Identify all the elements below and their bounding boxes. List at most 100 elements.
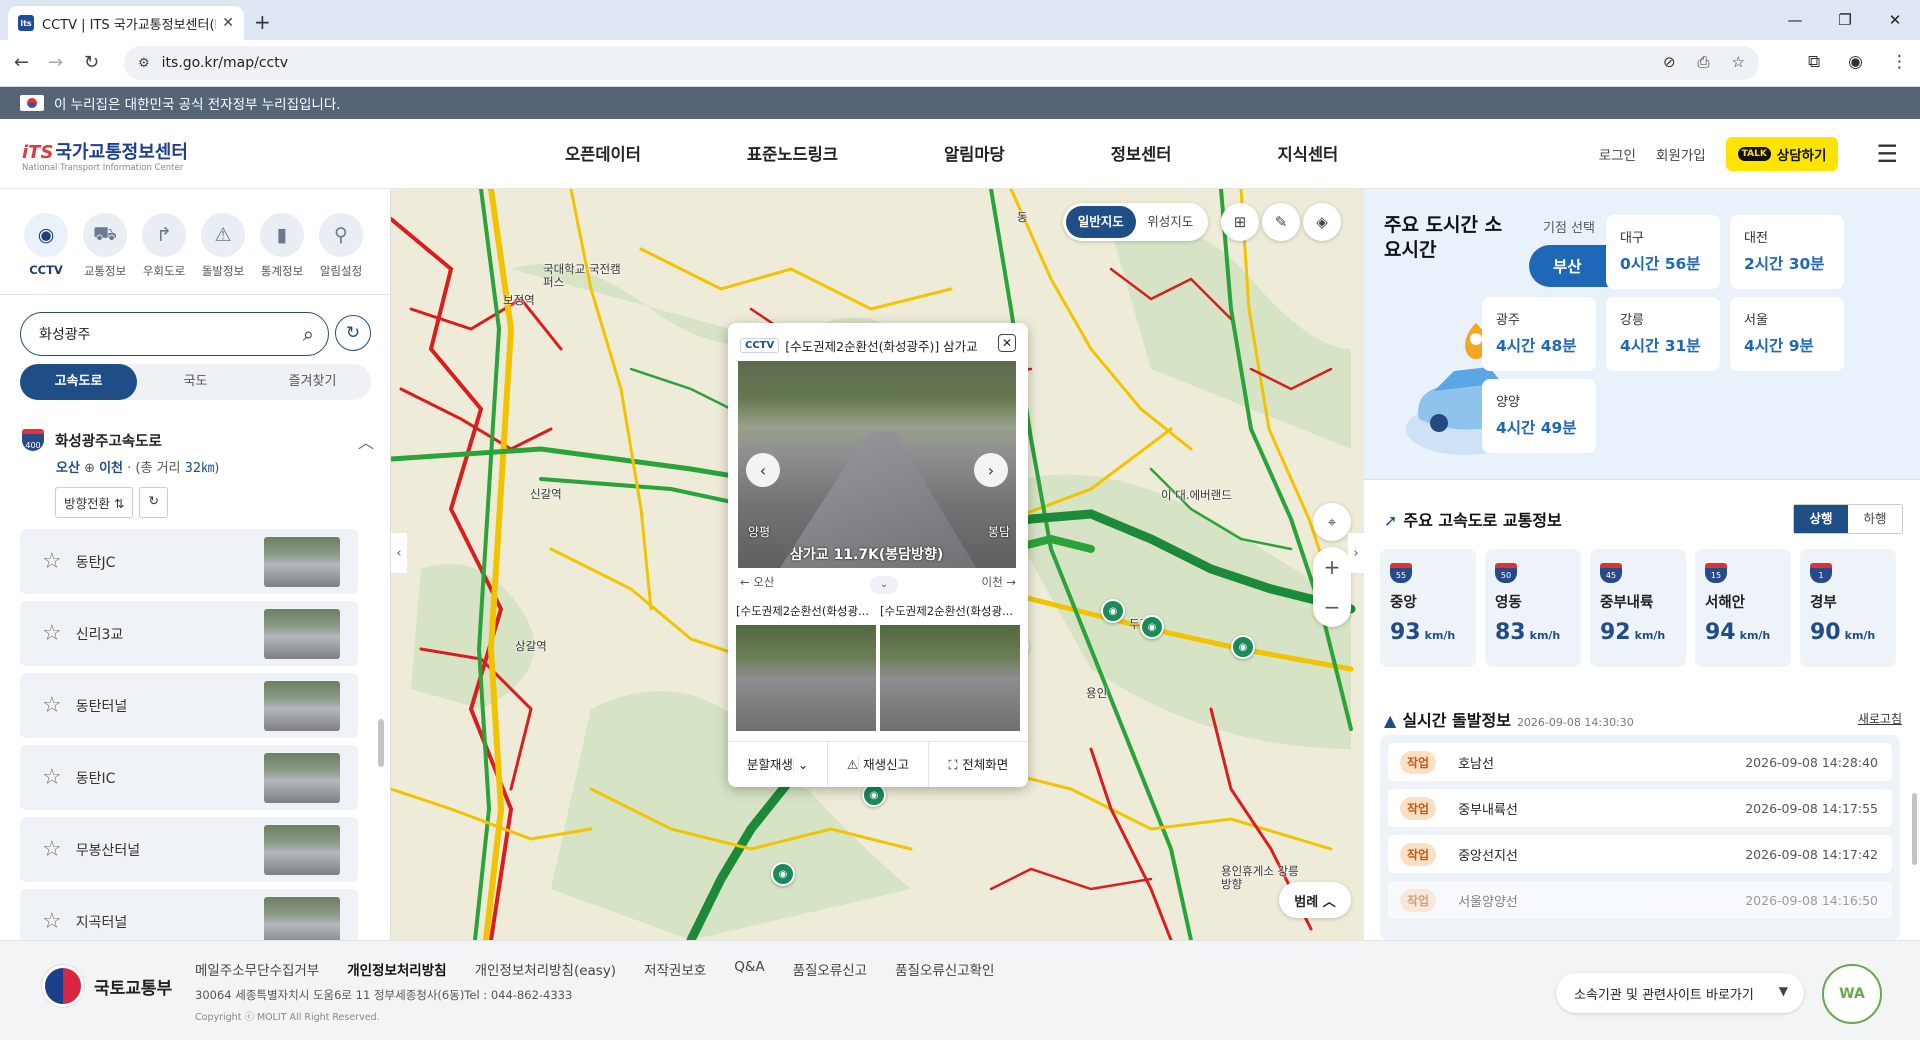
camera-thumbnail[interactable] [264,753,340,803]
site-logo[interactable]: iTS 국가교통정보센터 National Transport Informati… [22,138,188,173]
list-item[interactable]: ☆ 동탄터널 [20,673,358,738]
extensions-icon[interactable]: ⧉ [1808,52,1820,72]
new-tab-icon[interactable]: + [254,10,271,34]
tab-expressway[interactable]: 고속도로 [20,364,137,400]
layers-icon[interactable]: ◈ [1303,203,1341,241]
list-item[interactable]: 작업 서울양양선 2026-09-08 14:16:50 [1388,881,1892,919]
eye-off-icon[interactable]: ⊘ [1663,53,1676,71]
list-item[interactable]: 작업 호남선 2026-09-08 14:28:40 [1388,743,1892,781]
cctv-video[interactable]: 양평 봉담 삼가교 11.7K(봉담방향) ‹ › [738,361,1016,568]
zoom-out-icon[interactable]: − [1324,595,1341,619]
more-menu-icon[interactable]: ⋮ [1891,52,1908,72]
tab-favorites[interactable]: 즐겨찾기 [254,364,371,400]
footer-link[interactable]: 품질오류신고 [793,959,868,979]
cctv-marker-icon[interactable]: ◉ [1231,635,1255,659]
refresh-button[interactable]: ↻ [335,315,371,351]
highway-card[interactable]: 50 영동 83 km/h [1485,549,1581,667]
collapse-chevron-icon[interactable]: ︿ [358,429,374,453]
favorite-star-icon[interactable]: ☆ [42,909,62,934]
cctv-marker-icon[interactable]: ◉ [1101,599,1125,623]
camera-thumbnail[interactable] [264,681,340,731]
restore-icon[interactable]: ❐ [1820,0,1870,40]
dir-up-button[interactable]: 상행 [1794,505,1848,533]
camera-thumbnail[interactable] [264,825,340,875]
highway-card[interactable]: 1 경부 90 km/h [1800,549,1896,667]
nav-node-link[interactable]: 표준노드링크 [747,141,838,165]
tab-national-road[interactable]: 국도 [137,364,254,400]
direction-switch-button[interactable]: 방향전환 ⇅ [55,487,134,518]
category-cctv[interactable]: ◉ CCTV [16,213,76,277]
sidebar-scrollbar[interactable] [378,719,384,767]
nav-knowledge-center[interactable]: 지식센터 [1277,141,1338,165]
install-app-icon[interactable]: ⎙ [1698,53,1710,71]
reload-icon[interactable]: ↻ [84,52,99,73]
direction-refresh-button[interactable]: ↻ [139,487,168,518]
login-link[interactable]: 로그인 [1599,144,1636,164]
sub-camera-video[interactable] [880,625,1020,731]
list-item[interactable]: 작업 중앙선지선 2026-09-08 14:17:42 [1388,835,1892,873]
close-window-icon[interactable]: ✕ [1870,0,1920,40]
draw-tool-icon[interactable]: ✎ [1262,203,1300,241]
list-item[interactable]: 작업 중부내륙선 2026-09-08 14:17:55 [1388,789,1892,827]
map-type-satellite[interactable]: 위성지도 [1136,206,1206,238]
highway-card[interactable]: 45 중부내륙 92 km/h [1590,549,1686,667]
list-item[interactable]: ☆ 동탄IC [20,745,358,810]
next-camera-icon[interactable]: › [974,453,1008,487]
my-location-icon[interactable]: ⌖ [1313,503,1351,541]
bookmark-star-icon[interactable]: ☆ [1732,53,1745,71]
camera-thumbnail[interactable] [264,609,340,659]
back-icon[interactable]: ← [14,52,29,73]
profile-icon[interactable]: ◉ [1848,52,1863,72]
search-icon[interactable]: ⌕ [303,322,314,346]
camera-thumbnail[interactable] [264,537,340,587]
category-detour[interactable]: ↱ 우회도로 [134,213,194,279]
nav-open-data[interactable]: 오픈데이터 [565,141,641,165]
split-play-button[interactable]: 분할재생 ⌄ [728,742,829,787]
minimize-icon[interactable]: — [1770,0,1820,40]
highway-card[interactable]: 15 서해안 94 km/h [1695,549,1791,667]
favorite-star-icon[interactable]: ☆ [42,765,62,790]
list-item[interactable]: ☆ 무봉산터널 [20,817,358,882]
favorite-star-icon[interactable]: ☆ [42,549,62,574]
highway-card[interactable]: 55 중앙 93 km/h [1380,549,1476,667]
nav-notice[interactable]: 알림마당 [944,141,1005,165]
site-info-icon[interactable]: ⚙ [138,56,150,71]
tab-close-icon[interactable]: ✕ [222,15,234,31]
collapse-right-panel-icon[interactable]: › [1348,533,1364,573]
close-icon[interactable]: ✕ [998,334,1016,352]
list-item[interactable]: ☆ 신리3교 [20,601,358,666]
list-item[interactable]: ☆ 지곡터널 [20,889,358,940]
category-alert[interactable]: ⚲ 알림설정 [311,213,371,279]
favorite-star-icon[interactable]: ☆ [42,621,62,646]
browser-tab[interactable]: its CCTV | ITS 국가교통정보센터(N ✕ [8,6,244,40]
footer-link[interactable]: 품질오류신고확인 [895,959,994,979]
footer-link[interactable]: 메일주소무단수집거부 [195,959,319,979]
cctv-filter-icon[interactable]: ⊞ [1221,203,1259,241]
footer-link[interactable]: 저작권보호 [644,959,706,979]
prev-camera-icon[interactable]: ‹ [746,453,780,487]
related-sites-select[interactable]: 소속기관 및 관련사이트 바로가기 ▼ [1556,973,1804,1013]
molit-logo[interactable]: 국토교통부 [42,965,172,1007]
collapse-left-panel-icon[interactable]: ‹ [391,533,407,573]
incident-refresh-link[interactable]: 새로고침 [1858,710,1902,727]
expand-chevron-icon[interactable]: ⌄ [870,576,898,594]
cctv-marker-icon[interactable]: ◉ [771,862,795,886]
category-traffic[interactable]: ⛟ 교통정보 [75,213,135,279]
signup-link[interactable]: 회원가입 [1656,144,1706,164]
category-stats[interactable]: ▮ 통계정보 [252,213,312,279]
cctv-marker-icon[interactable]: ◉ [1140,615,1164,639]
zoom-in-icon[interactable]: + [1324,555,1341,579]
kakao-consult-button[interactable]: TALK 상담하기 [1725,137,1839,171]
footer-link[interactable]: Q&A [734,959,764,979]
dir-down-button[interactable]: 하행 [1848,505,1902,533]
footer-link[interactable]: 개인정보처리방침 [347,959,446,979]
legend-button[interactable]: 범례 ︿ [1279,882,1351,918]
address-bar[interactable]: ⚙ its.go.kr/map/cctv ⊘ ⎙ ☆ [124,46,1759,80]
map-type-general[interactable]: 일반지도 [1066,206,1136,238]
search-input[interactable]: 화성광주 ⌕ [20,312,329,356]
forward-icon[interactable]: → [48,52,63,73]
nav-info-center[interactable]: 정보센터 [1111,141,1172,165]
fullscreen-button[interactable]: ⛶ 전체화면 [929,742,1028,787]
hamburger-menu-icon[interactable]: ☰ [1876,140,1898,168]
favorite-star-icon[interactable]: ☆ [42,693,62,718]
